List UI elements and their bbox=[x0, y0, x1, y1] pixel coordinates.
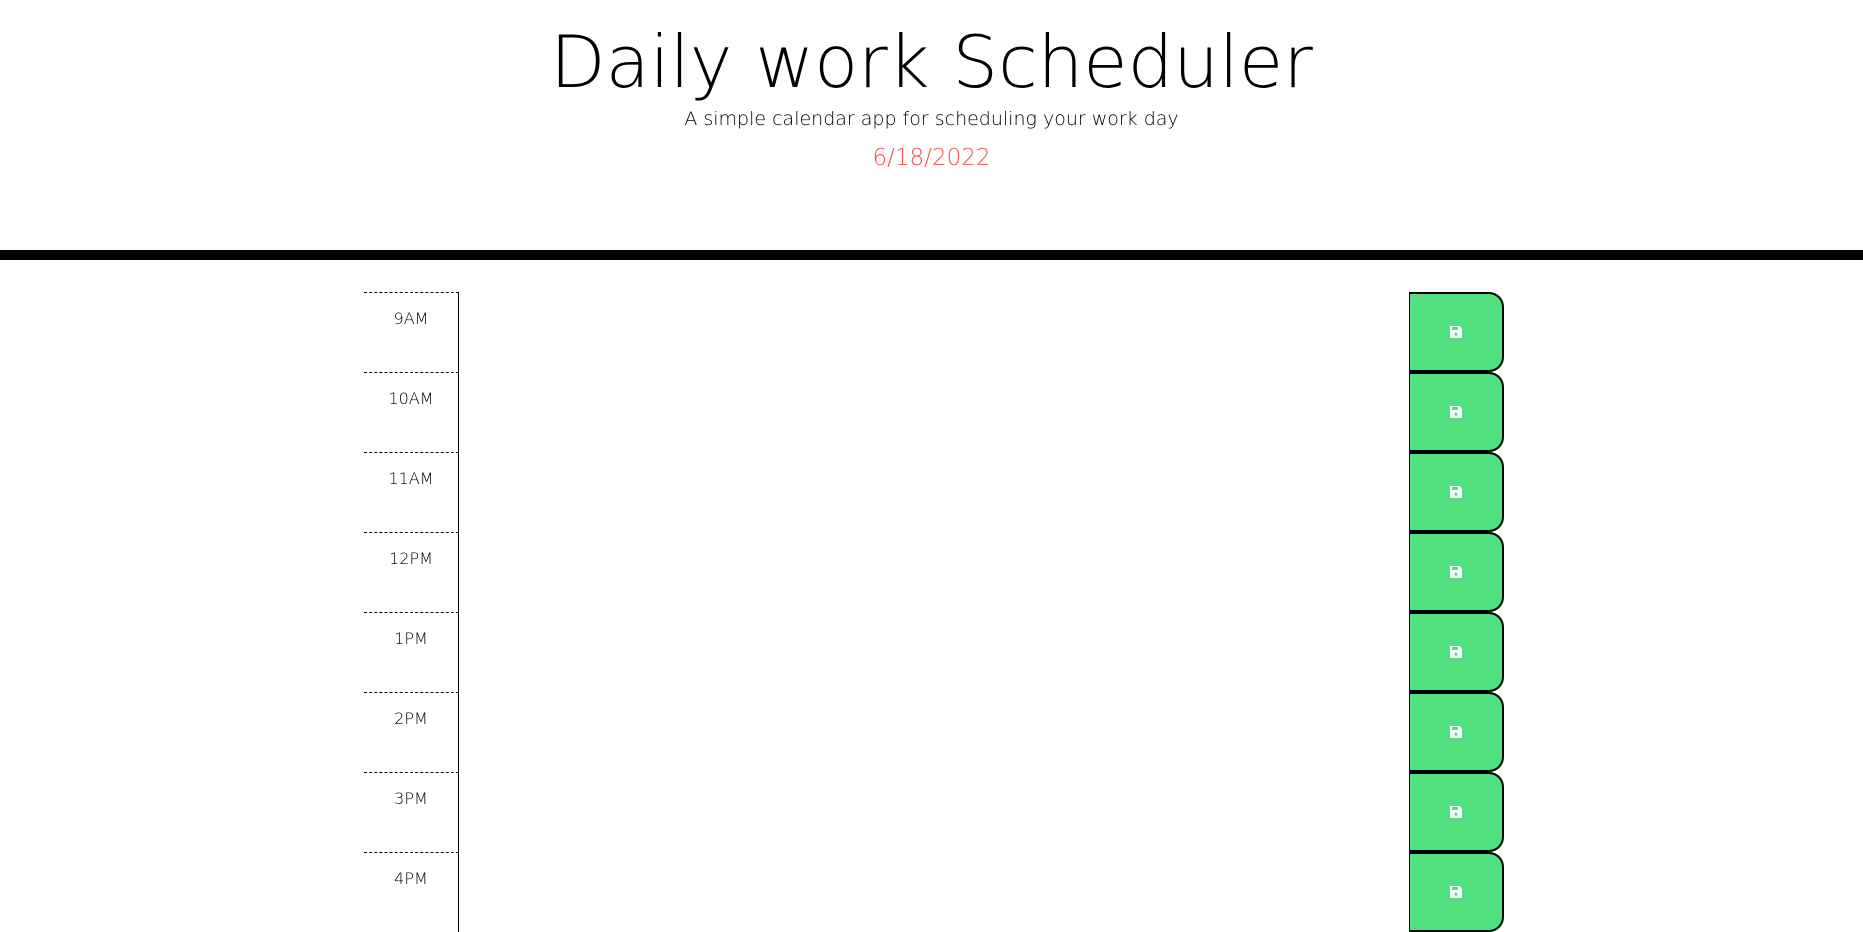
floppy-disk-icon bbox=[1449, 885, 1463, 899]
timeblock-row: 11AM bbox=[364, 452, 1504, 532]
timeblock-row: 1PM bbox=[364, 612, 1504, 692]
timeblock-row: 3PM bbox=[364, 772, 1504, 852]
floppy-disk-icon bbox=[1449, 645, 1463, 659]
save-button[interactable] bbox=[1409, 452, 1504, 532]
timeblock-row: 2PM bbox=[364, 692, 1504, 772]
event-description-input[interactable] bbox=[459, 612, 1409, 692]
event-description-input[interactable] bbox=[459, 692, 1409, 772]
floppy-disk-icon bbox=[1449, 565, 1463, 579]
hour-label: 12PM bbox=[364, 532, 459, 612]
hour-label: 2PM bbox=[364, 692, 459, 772]
page-subtitle: A simple calendar app for scheduling you… bbox=[684, 108, 1179, 130]
hour-label: 11AM bbox=[364, 452, 459, 532]
floppy-disk-icon bbox=[1449, 485, 1463, 499]
event-description-input[interactable] bbox=[459, 292, 1409, 372]
header: Daily work Scheduler A simple calendar a… bbox=[0, 0, 1863, 260]
save-button[interactable] bbox=[1409, 372, 1504, 452]
hour-label: 3PM bbox=[364, 772, 459, 852]
event-description-input[interactable] bbox=[459, 452, 1409, 532]
save-button[interactable] bbox=[1409, 692, 1504, 772]
save-button[interactable] bbox=[1409, 852, 1504, 932]
current-date: 6/18/2022 bbox=[872, 145, 991, 171]
save-button[interactable] bbox=[1409, 532, 1504, 612]
event-description-input[interactable] bbox=[459, 852, 1409, 932]
floppy-disk-icon bbox=[1449, 805, 1463, 819]
save-button[interactable] bbox=[1409, 612, 1504, 692]
hour-label: 1PM bbox=[364, 612, 459, 692]
page-title: Daily work Scheduler bbox=[550, 20, 1313, 104]
save-button[interactable] bbox=[1409, 292, 1504, 372]
timeblock-row: 4PM bbox=[364, 852, 1504, 932]
timeblock-list: 9AM 10AM 11AM 12PM 1PM 2PM 3PM 4PM bbox=[364, 292, 1504, 932]
event-description-input[interactable] bbox=[459, 532, 1409, 612]
timeblock-row: 9AM bbox=[364, 292, 1504, 372]
hour-label: 4PM bbox=[364, 852, 459, 932]
hour-label: 9AM bbox=[364, 292, 459, 372]
floppy-disk-icon bbox=[1449, 405, 1463, 419]
event-description-input[interactable] bbox=[459, 772, 1409, 852]
hour-label: 10AM bbox=[364, 372, 459, 452]
floppy-disk-icon bbox=[1449, 325, 1463, 339]
event-description-input[interactable] bbox=[459, 372, 1409, 452]
floppy-disk-icon bbox=[1449, 725, 1463, 739]
timeblock-row: 10AM bbox=[364, 372, 1504, 452]
save-button[interactable] bbox=[1409, 772, 1504, 852]
timeblock-row: 12PM bbox=[364, 532, 1504, 612]
